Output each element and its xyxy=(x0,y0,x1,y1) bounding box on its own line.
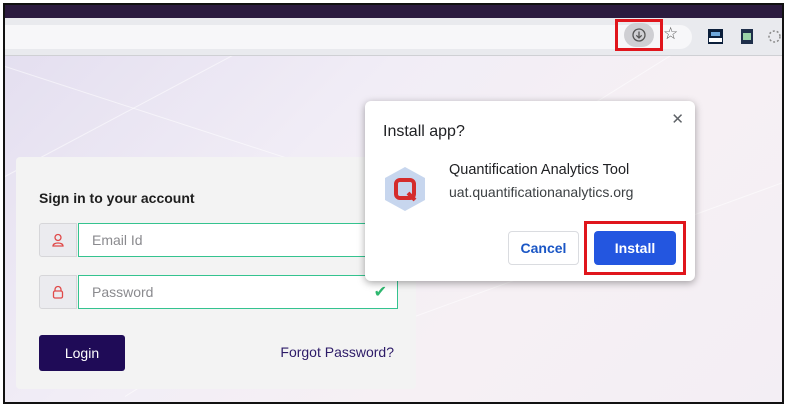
password-placeholder: Password xyxy=(92,284,154,300)
browser-toolbar: ☆ xyxy=(5,18,782,56)
forgot-password-link[interactable]: Forgot Password? xyxy=(280,344,394,360)
dialog-title: Install app? xyxy=(383,123,465,140)
browser-titlebar xyxy=(5,5,782,18)
email-placeholder: Email Id xyxy=(92,232,143,248)
cancel-button[interactable]: Cancel xyxy=(508,231,579,265)
install-icon-highlight xyxy=(615,19,663,51)
app-name: Quantification Analytics Tool xyxy=(449,162,630,178)
install-app-dialog: Install app? ✕ Quantification Analytics … xyxy=(365,101,695,281)
login-button[interactable]: Login xyxy=(39,335,125,371)
star-icon[interactable]: ☆ xyxy=(663,24,678,44)
password-field[interactable]: Password ✔ xyxy=(78,275,398,309)
sheet-extension-icon[interactable] xyxy=(740,29,755,44)
user-icon xyxy=(39,223,77,257)
app-url: uat.quantificationanalytics.org xyxy=(449,184,634,200)
screenshot-frame: ☆ Sign in to your account Email Id Passw… xyxy=(3,3,784,404)
new-extension-icon[interactable] xyxy=(708,29,723,44)
install-button-highlight xyxy=(584,221,686,275)
web-page: Sign in to your account Email Id ✔ xyxy=(5,56,782,402)
close-icon[interactable]: ✕ xyxy=(671,110,684,128)
address-bar[interactable] xyxy=(5,25,692,49)
lock-icon xyxy=(39,275,77,309)
loading-extension-icon[interactable] xyxy=(767,29,782,44)
app-logo-icon xyxy=(385,167,425,211)
login-card: Sign in to your account Email Id ✔ xyxy=(16,157,416,389)
login-title: Sign in to your account xyxy=(39,190,195,206)
check-icon: ✔ xyxy=(373,282,387,301)
email-field[interactable]: Email Id ✔ xyxy=(78,223,398,257)
